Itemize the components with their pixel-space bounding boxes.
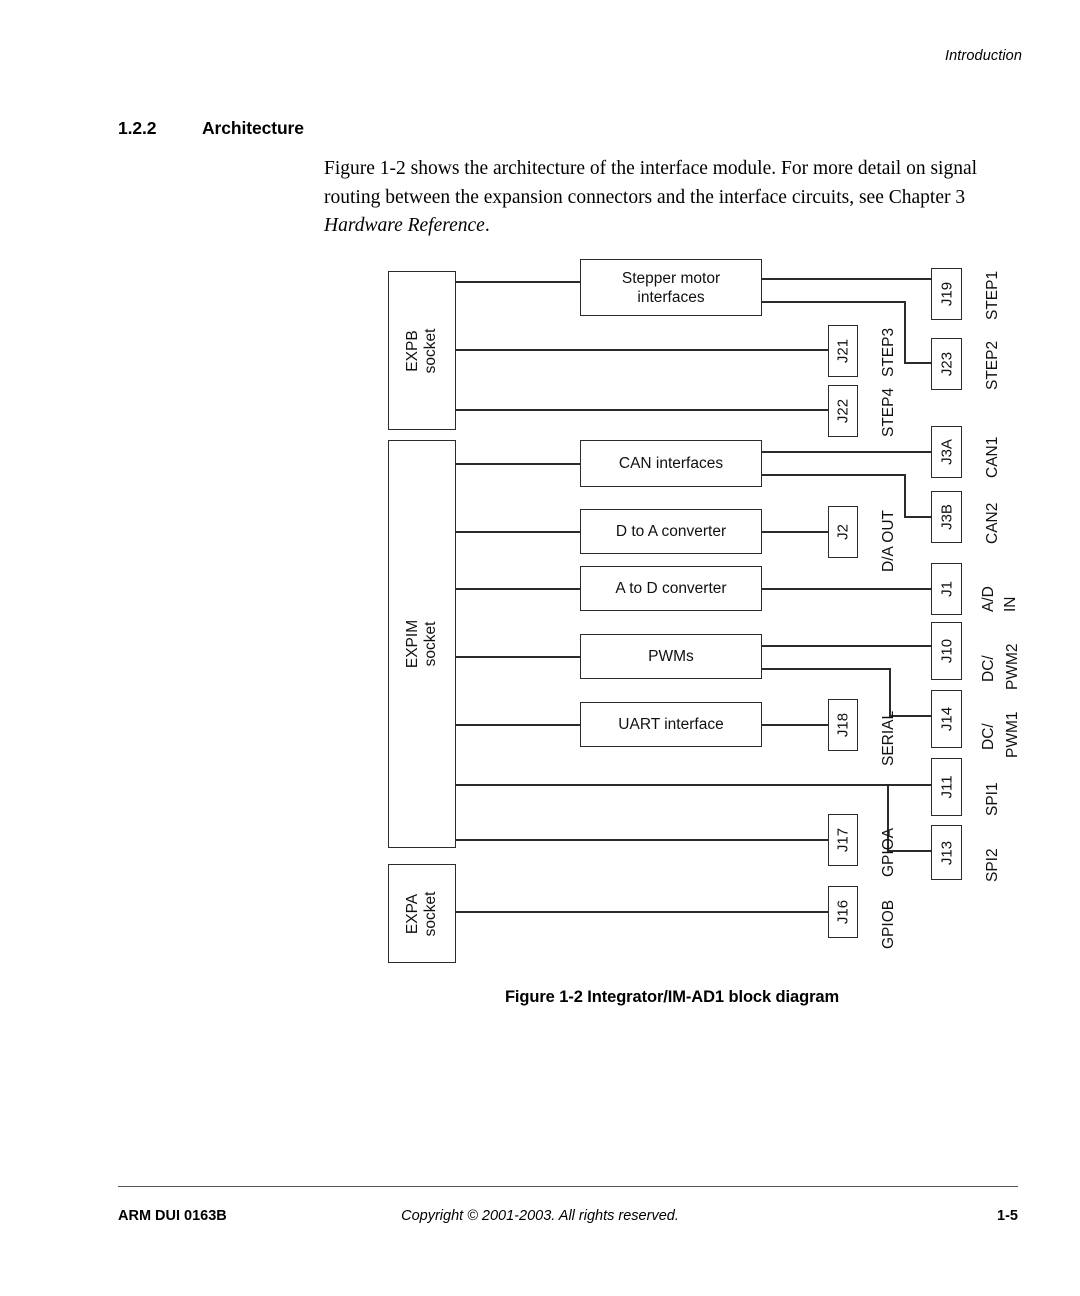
connector-j22[interactable]: J22 bbox=[828, 385, 858, 437]
connector-j1-ref: J1 bbox=[938, 581, 955, 597]
connector-j14-ref: J14 bbox=[938, 706, 955, 732]
connector-j23-ref: J23 bbox=[938, 351, 955, 377]
block-diagram: EXPB socket EXPIM socket EXPA socket Ste… bbox=[0, 0, 1080, 1000]
body-paragraph: Figure 1-2 shows the architecture of the… bbox=[324, 155, 1014, 241]
block-stepper-motor-interfaces-label: Stepper motor interfaces bbox=[621, 269, 721, 306]
connector-j21[interactable]: J21 bbox=[828, 325, 858, 377]
block-uart-interface-label: UART interface bbox=[618, 716, 724, 733]
connector-j3b[interactable]: J3B bbox=[931, 491, 962, 543]
connector-j1[interactable]: J1 bbox=[931, 563, 962, 615]
connector-j17-ref: J17 bbox=[834, 827, 852, 853]
connector-j2-ref: J2 bbox=[834, 524, 852, 540]
connector-j11[interactable]: J11 bbox=[931, 758, 962, 816]
connector-j22-ref: J22 bbox=[834, 398, 852, 424]
signal-label-ad-in-line2: IN bbox=[1002, 596, 1019, 613]
socket-expa[interactable]: EXPA socket bbox=[388, 864, 456, 963]
socket-expim[interactable]: EXPIM socket bbox=[388, 440, 456, 848]
connector-j18-ref: J18 bbox=[834, 712, 852, 738]
signal-label-spi2: SPI2 bbox=[984, 848, 1001, 882]
connector-j13[interactable]: J13 bbox=[931, 825, 962, 880]
connector-j17[interactable]: J17 bbox=[828, 814, 858, 866]
paragraph-text: Figure 1-2 shows the architecture of the… bbox=[324, 158, 978, 208]
socket-expa-label: EXPA socket bbox=[404, 891, 439, 936]
section-number: 1.2.2 bbox=[118, 118, 157, 138]
connector-j3a[interactable]: J3A bbox=[931, 426, 962, 478]
connector-j19[interactable]: J19 bbox=[931, 268, 962, 320]
signal-label-dc-pwm2-line2: PWM2 bbox=[1004, 643, 1021, 691]
section-title: Architecture bbox=[202, 118, 304, 138]
block-can-interfaces[interactable]: CAN interfaces bbox=[580, 440, 762, 487]
socket-expb-label: EXPB socket bbox=[404, 328, 439, 373]
connector-j10[interactable]: J10 bbox=[931, 622, 962, 680]
figure-caption: Figure 1-2 Integrator/IM-AD1 block diagr… bbox=[504, 988, 840, 1006]
socket-expb[interactable]: EXPB socket bbox=[388, 271, 456, 430]
footer-divider bbox=[118, 1186, 1018, 1188]
running-header: Introduction bbox=[945, 48, 1022, 64]
signal-label-can2: CAN2 bbox=[984, 502, 1001, 544]
connector-j13-ref: J13 bbox=[938, 840, 955, 865]
connector-j3b-ref: J3B bbox=[938, 504, 955, 530]
signal-label-can1: CAN1 bbox=[984, 436, 1001, 478]
block-d-to-a-converter-label: D to A converter bbox=[615, 523, 727, 540]
block-stepper-motor-interfaces[interactable]: Stepper motor interfaces bbox=[580, 259, 762, 316]
footer-copyright: Copyright © 2001-2003. All rights reserv… bbox=[401, 1208, 679, 1224]
socket-expim-label: EXPIM socket bbox=[404, 619, 439, 669]
signal-label-dc-pwm1: DC/ bbox=[980, 723, 997, 750]
block-d-to-a-converter[interactable]: D to A converter bbox=[580, 509, 762, 554]
paragraph-italic-reference: Hardware Reference bbox=[324, 215, 485, 236]
signal-label-dc-pwm2: DC/ bbox=[980, 655, 997, 682]
connector-j14[interactable]: J14 bbox=[931, 690, 962, 748]
signal-label-step2: STEP2 bbox=[984, 340, 1001, 390]
connector-j2[interactable]: J2 bbox=[828, 506, 858, 558]
block-a-to-d-converter[interactable]: A to D converter bbox=[580, 566, 762, 611]
connector-j3a-ref: J3A bbox=[938, 439, 955, 465]
connector-j11-ref: J11 bbox=[938, 775, 955, 799]
signal-label-gpiob: GPIOB bbox=[880, 899, 897, 949]
block-can-interfaces-label: CAN interfaces bbox=[618, 455, 724, 472]
connector-j23[interactable]: J23 bbox=[931, 338, 962, 390]
connector-j16[interactable]: J16 bbox=[828, 886, 858, 938]
signal-label-ad-in: A/D bbox=[980, 586, 997, 612]
block-uart-interface[interactable]: UART interface bbox=[580, 702, 762, 747]
block-pwms-label: PWMs bbox=[648, 648, 694, 665]
connector-j10-ref: J10 bbox=[938, 638, 955, 664]
connector-j16-ref: J16 bbox=[834, 899, 852, 925]
signal-label-gpioa: GPIOA bbox=[880, 827, 897, 877]
diagram-wires bbox=[456, 277, 931, 914]
signal-label-step3: STEP3 bbox=[880, 327, 897, 377]
signal-label-step1: STEP1 bbox=[984, 270, 1001, 320]
page-title: 1.2.2 Architecture bbox=[118, 118, 998, 139]
signal-label-step4: STEP4 bbox=[880, 387, 897, 437]
footer-page-number: 1-5 bbox=[997, 1208, 1018, 1224]
signal-label-spi1: SPI1 bbox=[984, 782, 1001, 816]
signal-label-dc-pwm1-line2: PWM1 bbox=[1004, 711, 1021, 759]
signal-label-serial: SERIAL bbox=[880, 710, 897, 766]
block-pwms[interactable]: PWMs bbox=[580, 634, 762, 679]
connector-j18[interactable]: J18 bbox=[828, 699, 858, 751]
block-a-to-d-converter-label: A to D converter bbox=[615, 580, 727, 597]
signal-label-da-out: D/A OUT bbox=[880, 509, 897, 572]
connector-j21-ref: J21 bbox=[834, 338, 852, 364]
connector-j19-ref: J19 bbox=[938, 281, 955, 307]
paragraph-tail: . bbox=[484, 215, 490, 236]
